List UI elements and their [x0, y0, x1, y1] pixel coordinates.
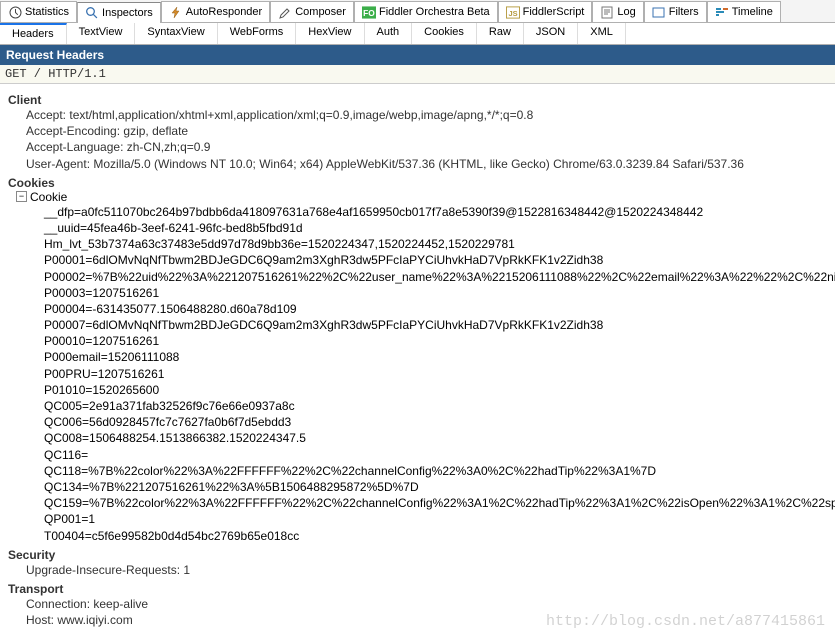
bolt-icon [169, 5, 183, 19]
js-icon: JS [506, 5, 520, 19]
main-tabs-bar: Statistics Inspectors AutoResponder Comp… [0, 0, 835, 23]
request-line: GET / HTTP/1.1 [0, 65, 835, 84]
cookie-item[interactable]: QP001=1 [44, 511, 827, 527]
subtab-cookies[interactable]: Cookies [412, 23, 477, 44]
tree-collapse-icon[interactable]: − [16, 191, 27, 202]
header-line[interactable]: User-Agent: Mozilla/5.0 (Windows NT 10.0… [8, 156, 827, 172]
group-cookies: Cookies [8, 176, 827, 190]
timeline-icon [715, 5, 729, 19]
inspector-sub-tabs: Headers TextView SyntaxView WebForms Hex… [0, 23, 835, 45]
header-line[interactable]: Accept-Encoding: gzip, deflate [8, 123, 827, 139]
subtab-raw[interactable]: Raw [477, 23, 524, 44]
cookie-item[interactable]: P00010=1207516261 [44, 333, 827, 349]
svg-text:FO: FO [363, 7, 375, 17]
cookie-item[interactable]: P00004=-631435077.1506488280.d60a78d109 [44, 301, 827, 317]
cookie-item[interactable]: P000email=15206111088 [44, 349, 827, 365]
tab-label: AutoResponder [186, 6, 262, 18]
header-line[interactable]: Connection: keep-alive [8, 596, 827, 612]
subtab-textview[interactable]: TextView [67, 23, 136, 44]
tab-inspectors[interactable]: Inspectors [77, 2, 161, 23]
group-security: Security [8, 548, 827, 562]
svg-text:JS: JS [508, 8, 517, 17]
cookie-item[interactable]: P01010=1520265600 [44, 382, 827, 398]
cookie-item[interactable]: QC005=2e91a371fab32526f9c76e66e0937a8c [44, 398, 827, 414]
cookie-item[interactable]: QC134=%7B%221207516261%22%3A%5B150648829… [44, 479, 827, 495]
cookie-item[interactable]: QC008=1506488254.1513866382.1520224347.5 [44, 430, 827, 446]
header-line[interactable]: Host: www.iqiyi.com [8, 612, 827, 628]
tab-label: FiddlerScript [523, 6, 585, 18]
cookie-item[interactable]: QC118=%7B%22color%22%3A%22FFFFFF%22%2C%2… [44, 463, 827, 479]
cookie-item[interactable]: P00001=6dlOMvNqNfTbwm2BDJeGDC6Q9am2m3Xgh… [44, 252, 827, 268]
subtab-syntaxview[interactable]: SyntaxView [135, 23, 217, 44]
tab-autoresponder[interactable]: AutoResponder [161, 1, 270, 22]
subtab-json[interactable]: JSON [524, 23, 578, 44]
tab-statistics[interactable]: Statistics [0, 1, 77, 22]
tab-composer[interactable]: Composer [270, 1, 354, 22]
group-transport: Transport [8, 582, 827, 596]
subtab-webforms[interactable]: WebForms [218, 23, 297, 44]
magnifier-icon [85, 6, 99, 20]
tab-fiddler-orchestra[interactable]: FO Fiddler Orchestra Beta [354, 1, 498, 22]
cookie-item[interactable]: Hm_lvt_53b7374a63c37483e5dd97d78d9bb36e=… [44, 236, 827, 252]
cookie-item[interactable]: P00002=%7B%22uid%22%3A%221207516261%22%2… [44, 269, 827, 285]
header-line[interactable]: Upgrade-Insecure-Requests: 1 [8, 562, 827, 578]
subtab-auth[interactable]: Auth [365, 23, 413, 44]
section-title: Request Headers [0, 45, 835, 65]
tab-label: Statistics [25, 6, 69, 18]
cookie-item[interactable]: __dfp=a0fc511070bc264b97bdbb6da418097631… [44, 204, 827, 220]
cookie-item[interactable]: QC116= [44, 447, 827, 463]
tab-label: Fiddler Orchestra Beta [379, 6, 490, 18]
cookie-item[interactable]: P00003=1207516261 [44, 285, 827, 301]
cookie-item[interactable]: P00007=6dlOMvNqNfTbwm2BDJeGDC6Q9am2m3Xgh… [44, 317, 827, 333]
tab-label: Timeline [732, 6, 773, 18]
cookie-item[interactable]: T00404=c5f6e99582b0d4d54bc2769b65e018cc [44, 528, 827, 544]
clock-icon [8, 5, 22, 19]
header-line[interactable]: Accept: text/html,application/xhtml+xml,… [8, 107, 827, 123]
group-client: Client [8, 93, 827, 107]
tab-label: Log [617, 6, 635, 18]
subtab-xml[interactable]: XML [578, 23, 626, 44]
cookie-item[interactable]: QC159=%7B%22color%22%3A%22FFFFFF%22%2C%2… [44, 495, 827, 511]
cookie-item[interactable]: P00PRU=1207516261 [44, 366, 827, 382]
fo-icon: FO [362, 5, 376, 19]
header-line[interactable]: Accept-Language: zh-CN,zh;q=0.9 [8, 139, 827, 155]
subtab-hexview[interactable]: HexView [296, 23, 364, 44]
headers-panel: Client Accept: text/html,application/xht… [0, 84, 835, 633]
tab-label: Inspectors [102, 7, 153, 19]
tab-label: Composer [295, 6, 346, 18]
cookie-item[interactable]: QC006=56d0928457fc7c7627fa0b6f7d5ebdd3 [44, 414, 827, 430]
edit-icon [278, 5, 292, 19]
tab-filters[interactable]: Filters [644, 1, 707, 22]
filter-icon [652, 5, 666, 19]
cookie-item[interactable]: __uuid=45fea46b-3eef-6241-96fc-bed8b5fbd… [44, 220, 827, 236]
log-icon [600, 5, 614, 19]
tab-label: Filters [669, 6, 699, 18]
tab-log[interactable]: Log [592, 1, 643, 22]
tab-fiddlerscript[interactable]: JS FiddlerScript [498, 1, 593, 22]
tab-timeline[interactable]: Timeline [707, 1, 781, 22]
cookie-items: __dfp=a0fc511070bc264b97bdbb6da418097631… [8, 204, 827, 544]
subtab-headers[interactable]: Headers [0, 23, 67, 44]
cookie-node-label[interactable]: Cookie [30, 190, 67, 204]
